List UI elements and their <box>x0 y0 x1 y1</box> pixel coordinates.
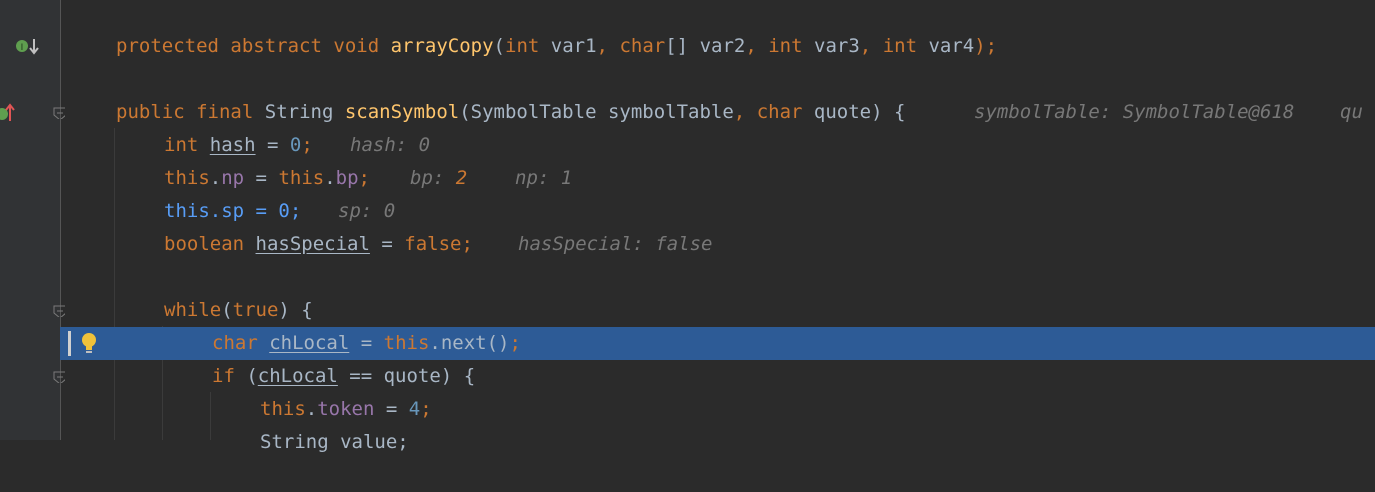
code-line-token[interactable]: this.token = 4; <box>0 393 1375 426</box>
fold-icon[interactable] <box>53 107 65 119</box>
code-text: if (chLocal == quote) { <box>212 365 476 387</box>
inline-debug-hint-np: np: 1 <box>515 167 573 189</box>
code-text: protected abstract void arrayCopy(int va… <box>116 35 998 57</box>
code-line-np[interactable]: this.np = this.bp; bp: 2 np: 1 <box>0 162 1375 195</box>
code-text: boolean hasSpecial = false; <box>164 233 473 255</box>
code-line-sp[interactable]: this.sp = 0; sp: 0 <box>0 195 1375 228</box>
code-line-if[interactable]: if (chLocal == quote) { <box>0 360 1375 393</box>
text-caret <box>68 331 71 356</box>
code-line-scansymbol[interactable]: public final String scanSymbol(SymbolTab… <box>0 96 1375 129</box>
code-text: char chLocal = this.next(); <box>212 332 521 354</box>
code-text: this.token = 4; <box>260 398 432 420</box>
implementation-down-icon[interactable]: I <box>14 37 40 57</box>
inline-debug-hint: sp: 0 <box>338 200 396 222</box>
code-line-hasspecial[interactable]: boolean hasSpecial = false; hasSpecial: … <box>0 228 1375 261</box>
override-up-icon[interactable] <box>0 102 16 124</box>
code-text: int hash = 0; <box>164 134 313 156</box>
code-text: while(true) { <box>164 299 313 321</box>
inline-debug-hint: hasSpecial: false <box>518 233 713 255</box>
inline-debug-hint: symbolTable: SymbolTable@618 qu <box>974 101 1363 123</box>
svg-text:I: I <box>21 43 24 53</box>
code-line-value[interactable]: String value; <box>0 426 1375 459</box>
lightbulb-icon[interactable] <box>80 332 98 356</box>
code-text: this.np = this.bp; <box>164 167 370 189</box>
code-text: public final String scanSymbol(SymbolTab… <box>116 101 906 123</box>
inline-debug-hint-bp: bp: 2 <box>410 167 468 189</box>
code-text: this.sp = 0; <box>164 200 302 222</box>
code-line-while[interactable]: while(true) { <box>0 294 1375 327</box>
code-line-hash[interactable]: int hash = 0; hash: 0 <box>0 129 1375 162</box>
code-text: String value; <box>260 431 409 453</box>
inline-debug-hint: hash: 0 <box>350 134 431 156</box>
fold-icon[interactable] <box>53 371 65 383</box>
fold-icon[interactable] <box>53 305 65 317</box>
code-line-current-execution[interactable]: char chLocal = this.next(); <box>0 327 1375 360</box>
code-line-arraycopy[interactable]: I protected abstract void arrayCopy(int … <box>0 30 1375 63</box>
